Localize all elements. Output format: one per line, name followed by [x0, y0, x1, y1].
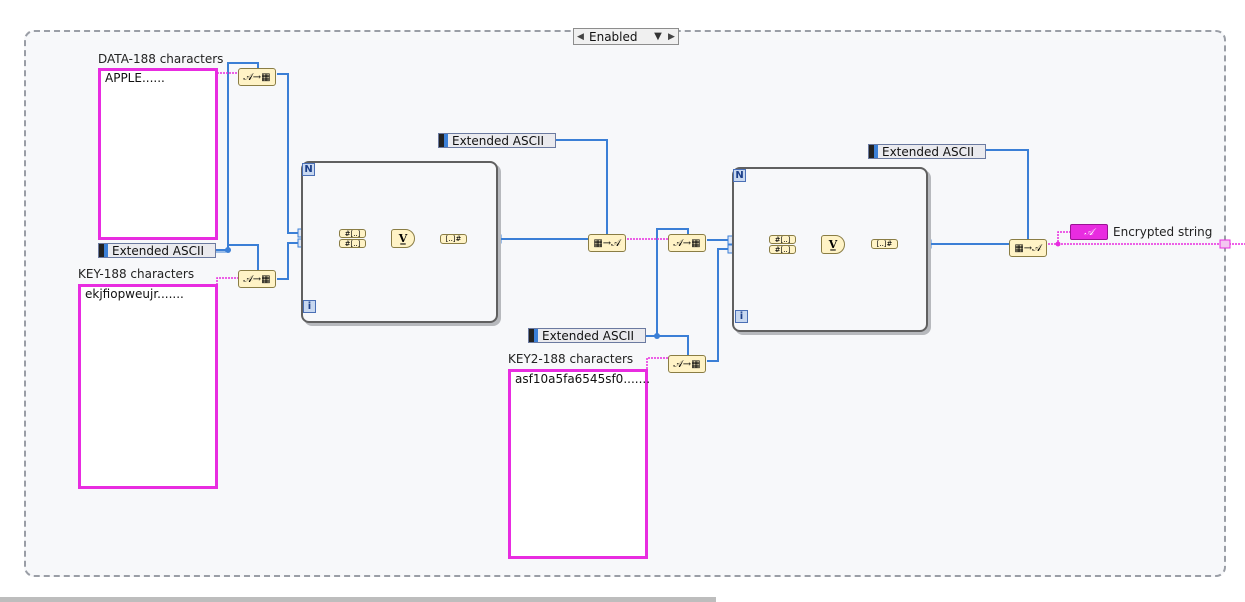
loop-iteration-terminal-1[interactable]: i	[303, 300, 316, 313]
key2-string-control[interactable]: asf10a5fa6545sf0.......	[508, 369, 651, 559]
constant-tag-icon	[444, 134, 448, 147]
extended-ascii-label-4: Extended ASCII	[882, 144, 975, 159]
encrypted-string-label: Encrypted string	[1113, 225, 1213, 239]
data-string-control[interactable]: APPLE......	[98, 68, 218, 240]
string-to-byte-array-node-2[interactable]: 𝒜→▦	[238, 270, 276, 288]
key-string-value: ekjfiopweujr.......	[85, 287, 184, 301]
key2-string-value: asf10a5fa6545sf0.......	[515, 372, 651, 386]
index-array-node-2a[interactable]: #[..]	[769, 235, 796, 244]
data-string-value: APPLE......	[105, 71, 165, 85]
key2-control-label: KEY2-188 characters	[508, 352, 634, 366]
string-to-byte-array-node-3[interactable]: 𝒜→▦	[668, 234, 706, 252]
xor-function-1[interactable]: V̲	[391, 229, 415, 248]
extended-ascii-constant-3[interactable]: Extended ASCII	[528, 328, 646, 343]
constant-tag-icon	[534, 329, 538, 342]
loop-count-terminal-2[interactable]: N	[733, 169, 746, 182]
encrypted-string-indicator[interactable]: 𝒜	[1070, 224, 1108, 240]
constant-tag-icon	[104, 244, 108, 257]
extended-ascii-constant-2[interactable]: Extended ASCII	[438, 133, 556, 148]
build-array-node-1[interactable]: [..]#	[440, 234, 467, 244]
loop-count-terminal-1[interactable]: N	[302, 163, 315, 176]
key-string-control[interactable]: ekjfiopweujr.......	[78, 284, 218, 489]
index-array-node-1b[interactable]: #[..]	[339, 239, 366, 248]
extended-ascii-label-1: Extended ASCII	[112, 243, 205, 258]
data-control-label: DATA-188 characters	[98, 52, 224, 66]
index-array-node-2b[interactable]: #[..]	[769, 245, 796, 254]
string-indicator-icon: 𝒜	[1084, 226, 1094, 238]
string-to-bytes-icon: 𝒜→▦	[673, 237, 701, 249]
string-to-bytes-icon: 𝒜→▦	[243, 71, 271, 83]
constant-tag-icon	[874, 145, 878, 158]
extended-ascii-label-3: Extended ASCII	[542, 328, 635, 343]
xor-function-2[interactable]: V̲	[821, 235, 845, 254]
string-to-byte-array-node-1[interactable]: 𝒜→▦	[238, 68, 276, 86]
index-array-node-1a[interactable]: #[..]	[339, 229, 366, 238]
string-to-bytes-icon: 𝒜→▦	[673, 358, 701, 370]
extended-ascii-constant-1[interactable]: Extended ASCII	[98, 243, 216, 258]
horizontal-scrollbar[interactable]	[0, 597, 716, 602]
key-control-label: KEY-188 characters	[78, 267, 195, 281]
string-to-bytes-icon: 𝒜→▦	[243, 273, 271, 285]
bytes-to-string-icon: ▦→𝒜	[1014, 242, 1042, 254]
byte-array-to-string-node-2[interactable]: ▦→𝒜	[1009, 239, 1047, 257]
loop-iteration-terminal-2[interactable]: i	[735, 310, 748, 323]
extended-ascii-label-2: Extended ASCII	[452, 133, 545, 148]
string-to-byte-array-node-4[interactable]: 𝒜→▦	[668, 355, 706, 373]
build-array-node-2[interactable]: [..]#	[871, 239, 898, 249]
extended-ascii-constant-4[interactable]: Extended ASCII	[868, 144, 986, 159]
bytes-to-string-icon: ▦→𝒜	[593, 237, 621, 249]
byte-array-to-string-node-1[interactable]: ▦→𝒜	[588, 234, 626, 252]
